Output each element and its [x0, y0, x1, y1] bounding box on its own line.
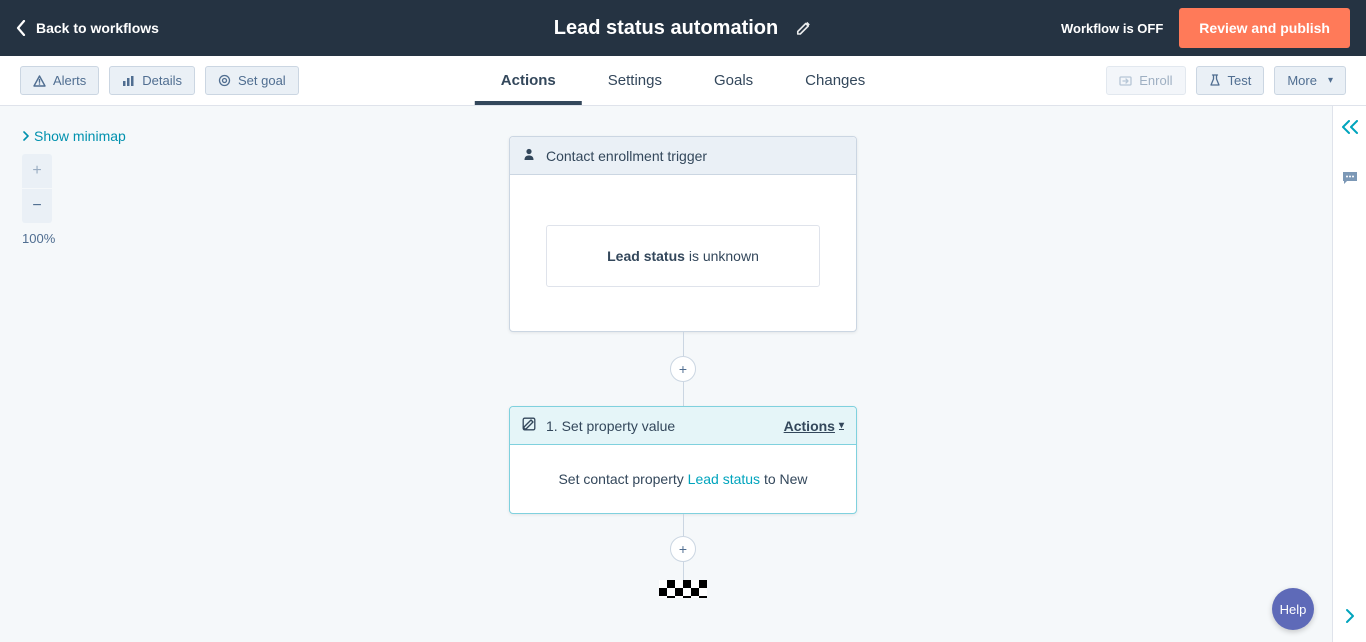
connector-line [683, 514, 684, 536]
action-menu-label: Actions [784, 418, 835, 434]
right-side-rail [1332, 106, 1366, 642]
zoom-level: 100% [22, 231, 55, 246]
tabs: Actions Settings Goals Changes [475, 56, 891, 105]
target-icon [218, 74, 231, 87]
alerts-button[interactable]: Alerts [20, 66, 99, 95]
contact-icon [522, 147, 536, 164]
edit-title-icon[interactable] [796, 20, 812, 36]
test-button[interactable]: Test [1196, 66, 1265, 95]
help-button[interactable]: Help [1272, 588, 1314, 630]
caret-down-icon: ▾ [839, 420, 844, 431]
trigger-card-body: Lead status is unknown [510, 175, 856, 331]
alert-icon [33, 75, 46, 87]
chevron-right-icon [22, 128, 30, 144]
action-card-header: 1. Set property value Actions ▾ [510, 407, 856, 445]
review-publish-button[interactable]: Review and publish [1179, 8, 1350, 48]
trigger-card-header: Contact enrollment trigger [510, 137, 856, 175]
action-card[interactable]: 1. Set property value Actions ▾ Set cont… [509, 406, 857, 514]
toolbar-left: Alerts Details Set goal [20, 66, 299, 95]
flask-icon [1209, 74, 1221, 87]
trigger-card[interactable]: Contact enrollment trigger Lead status i… [509, 136, 857, 332]
set-goal-button[interactable]: Set goal [205, 66, 299, 95]
action-menu-link[interactable]: Actions ▾ [784, 418, 844, 434]
set-goal-label: Set goal [238, 73, 286, 88]
expand-panel-icon[interactable] [1344, 608, 1356, 624]
comments-icon[interactable] [1341, 170, 1359, 186]
show-minimap-toggle[interactable]: Show minimap [22, 128, 126, 144]
trigger-header-label: Contact enrollment trigger [546, 148, 707, 164]
toolbar: Alerts Details Set goal Actions Settings… [0, 56, 1366, 106]
zoom-in-button[interactable]: + [22, 154, 52, 188]
more-label: More [1287, 73, 1317, 88]
action-card-body: Set contact property Lead status to New [510, 445, 856, 513]
page-title: Lead status automation [554, 17, 778, 40]
workflow-flow: Contact enrollment trigger Lead status i… [509, 136, 857, 598]
end-flag-icon [659, 580, 707, 598]
tab-actions[interactable]: Actions [475, 56, 582, 105]
caret-down-icon: ▾ [1328, 75, 1333, 86]
alerts-label: Alerts [53, 73, 86, 88]
action-step-label: 1. Set property value [546, 418, 675, 434]
action-value: New [780, 471, 808, 487]
workflow-status: Workflow is OFF [1061, 21, 1163, 36]
minimap-label: Show minimap [34, 128, 126, 144]
bar-chart-icon [122, 75, 135, 87]
test-label: Test [1228, 73, 1252, 88]
enroll-label: Enroll [1139, 73, 1172, 88]
collapse-panel-icon[interactable] [1341, 120, 1359, 134]
action-header-left: 1. Set property value [522, 417, 675, 434]
top-header: Back to workflows Lead status automation… [0, 0, 1366, 56]
chevron-left-icon [16, 20, 26, 36]
toolbar-right: Enroll Test More ▾ [1106, 66, 1346, 95]
add-step-button[interactable]: + [670, 356, 696, 382]
tab-goals[interactable]: Goals [688, 56, 779, 105]
details-button[interactable]: Details [109, 66, 195, 95]
connector-line [683, 382, 684, 406]
edit-icon [522, 417, 536, 434]
trigger-condition-chip[interactable]: Lead status is unknown [546, 225, 820, 287]
header-right: Workflow is OFF Review and publish [1061, 8, 1350, 48]
back-label: Back to workflows [36, 20, 159, 36]
enroll-icon [1119, 75, 1132, 87]
enroll-button: Enroll [1106, 66, 1185, 95]
title-area: Lead status automation [554, 17, 812, 40]
connector-line [683, 332, 684, 356]
action-prefix: Set contact property [558, 471, 683, 487]
details-label: Details [142, 73, 182, 88]
connector-line [683, 562, 684, 580]
tab-changes[interactable]: Changes [779, 56, 891, 105]
trigger-property: Lead status [607, 248, 685, 264]
add-step-button[interactable]: + [670, 536, 696, 562]
trigger-condition: is unknown [689, 248, 759, 264]
zoom-controls: + − 100% [22, 154, 55, 246]
workflow-canvas: Show minimap + − 100% Contact enrollment… [0, 106, 1366, 642]
tab-settings[interactable]: Settings [582, 56, 688, 105]
zoom-out-button[interactable]: − [22, 189, 52, 223]
back-to-workflows-link[interactable]: Back to workflows [16, 20, 159, 36]
action-middle: to [764, 471, 776, 487]
more-button[interactable]: More ▾ [1274, 66, 1346, 95]
action-property-link[interactable]: Lead status [688, 471, 760, 487]
